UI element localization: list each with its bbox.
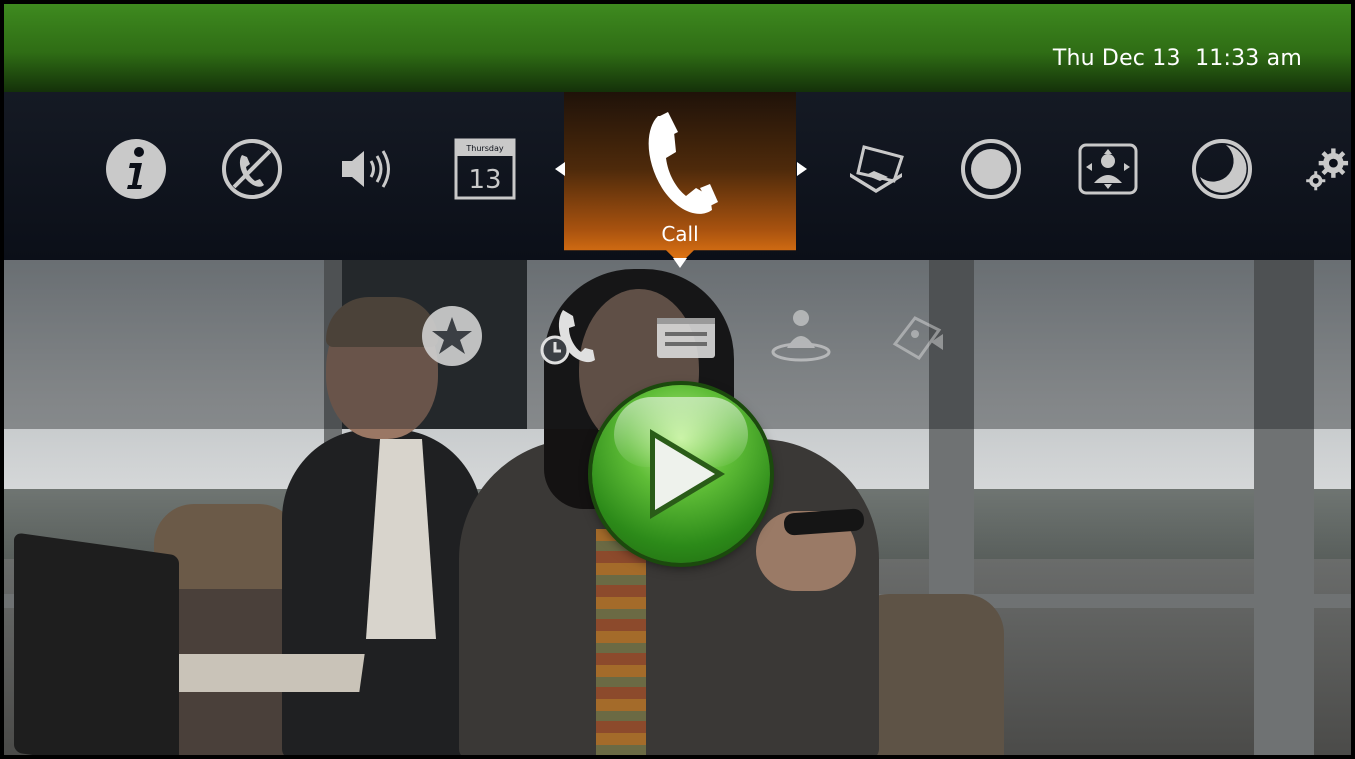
menu-item-presentation[interactable]	[844, 137, 908, 201]
menu-item-settings[interactable]	[1304, 137, 1351, 201]
no-call-icon	[222, 139, 282, 199]
submenu-down-arrow-icon	[673, 258, 687, 268]
star-icon	[422, 306, 482, 366]
phone-icon	[648, 112, 718, 214]
play-button[interactable]	[592, 385, 770, 563]
menu-item-record[interactable]	[959, 137, 1023, 201]
menu-item-camera-control[interactable]	[1076, 137, 1140, 201]
people-icon	[771, 310, 831, 362]
time-text: 11:33 am	[1195, 46, 1302, 71]
calendar-icon: Thursday 13	[454, 138, 516, 200]
screen: Thu Dec 13 11:33 am Thursday 13 Call	[4, 4, 1351, 755]
menu-item-standby[interactable]	[1190, 137, 1254, 201]
call-label: Call	[661, 222, 699, 246]
recent-calls-icon	[540, 310, 595, 365]
laptop	[14, 532, 179, 755]
submenu-item-dial-pad[interactable]	[882, 300, 952, 372]
menu-item-calendar[interactable]: Thursday 13	[453, 137, 517, 201]
laptop-icon	[850, 145, 904, 193]
date-text: Thu Dec 13	[1052, 46, 1181, 71]
menu-item-info[interactable]	[104, 137, 168, 201]
submenu-item-recent-calls[interactable]	[534, 300, 604, 372]
info-icon	[106, 139, 166, 199]
gears-icon	[1306, 148, 1349, 191]
scroll-right-arrow-icon[interactable]	[797, 162, 807, 176]
submenu-item-meetings[interactable]	[766, 300, 836, 372]
moon-icon	[1192, 139, 1252, 199]
dialpad-icon	[892, 316, 943, 360]
scarf	[596, 529, 646, 755]
record-icon	[961, 139, 1021, 199]
papers	[169, 654, 365, 692]
submenu-item-favorites[interactable]	[417, 300, 487, 372]
submenu-item-directory[interactable]	[650, 300, 720, 372]
scroll-left-arrow-icon[interactable]	[555, 162, 565, 176]
clock: Thu Dec 13 11:33 am	[1053, 46, 1302, 71]
menu-item-volume[interactable]	[336, 137, 400, 201]
calendar-day-number: 13	[468, 165, 501, 195]
speaker-icon	[342, 150, 390, 188]
status-bar: Thu Dec 13 11:33 am	[4, 4, 1351, 92]
calendar-day-name: Thursday	[465, 144, 503, 153]
directory-icon	[657, 318, 715, 358]
camera-control-icon	[1078, 143, 1138, 195]
menu-item-do-not-disturb[interactable]	[220, 137, 284, 201]
play-icon-fill	[655, 438, 715, 510]
